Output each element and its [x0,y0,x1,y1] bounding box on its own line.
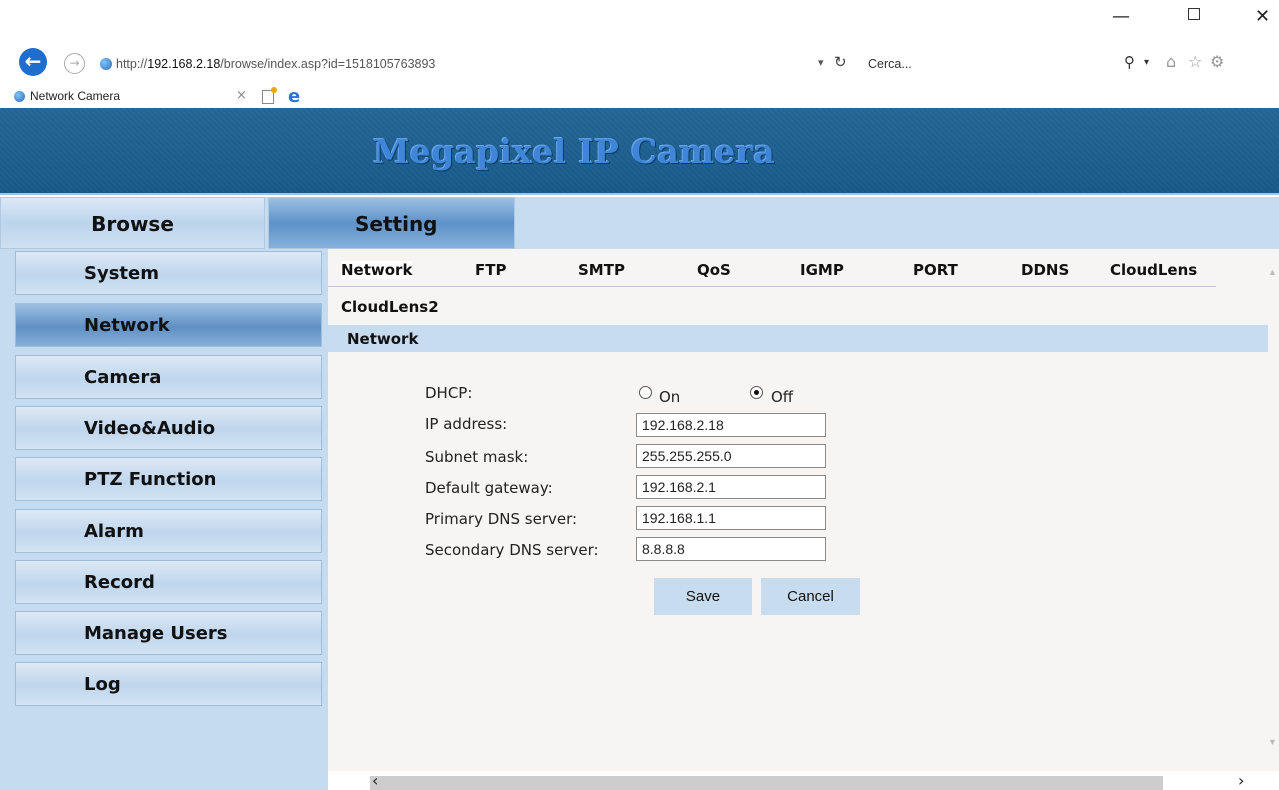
ip-address-label: IP address: [425,415,508,433]
horizontal-scrollbar[interactable]: ‹ › [328,771,1279,790]
dhcp-on-label: On [659,388,681,406]
tab-favicon-icon [14,91,25,102]
tab-cloudlens2[interactable]: CloudLens2 [341,298,439,316]
dhcp-label: DHCP: [425,384,473,402]
primary-dns-label: Primary DNS server: [425,510,578,528]
secondary-dns-label: Secondary DNS server: [425,541,599,559]
section-title: Network [347,330,419,348]
scroll-down-icon[interactable]: ▼ [1268,737,1277,747]
main-content: Network FTP SMTP QoS IGMP PORT DDNS Clou… [328,249,1279,790]
url-path: /browse/index.asp?id=1518105763893 [220,57,436,71]
dhcp-off-radio[interactable] [750,386,763,399]
tab-port[interactable]: PORT [913,261,958,279]
tab-igmp[interactable]: IGMP [800,261,844,279]
sidebar-item-network[interactable]: Network [15,303,322,347]
maximize-icon[interactable] [1188,8,1200,20]
subnet-mask-input[interactable]: 255.255.255.0 [636,444,826,468]
sidebar-item-camera[interactable]: Camera [15,355,322,399]
tab-ddns[interactable]: DDNS [1021,261,1069,279]
tab-ftp[interactable]: FTP [475,261,506,279]
browser-chrome: — ✕ ← → http://192.168.2.18/browse/index… [0,0,1279,108]
sidebar: System Network Camera Video&Audio PTZ Fu… [0,249,328,790]
page-favicon-icon [100,58,112,70]
section-header: Network [328,325,1272,352]
address-dropdown-icon[interactable]: ▾ [818,56,824,69]
url-prefix: http:// [116,57,148,71]
search-input[interactable]: Cerca... [862,52,1112,76]
scroll-left-icon[interactable]: ‹ [372,771,378,790]
secondary-dns-input[interactable]: 8.8.8.8 [636,537,826,561]
minimize-icon[interactable]: — [1112,6,1130,27]
sub-tabs: Network FTP SMTP QoS IGMP PORT DDNS Clou… [328,249,1228,289]
refresh-icon[interactable]: ↻ [834,53,847,71]
sidebar-item-system[interactable]: System [15,251,322,295]
url-host: 192.168.2.18 [147,57,221,71]
edge-icon[interactable]: e [288,86,300,107]
dhcp-on-radio[interactable] [639,386,652,399]
tab-cloudlens[interactable]: CloudLens [1110,261,1197,279]
vertical-scrollbar[interactable]: ▲ ▼ [1268,249,1279,771]
top-nav: Browse Setting [0,197,1279,249]
app-title: Megapixel IP Camera [373,132,776,171]
app-banner: Megapixel IP Camera [0,108,1279,195]
dhcp-off-label: Off [771,388,794,406]
default-gateway-label: Default gateway: [425,479,553,497]
address-bar[interactable]: http://192.168.2.18/browse/index.asp?id=… [96,52,856,76]
forward-arrow-icon[interactable]: → [64,53,85,74]
scroll-up-icon[interactable]: ▲ [1268,267,1277,277]
browse-button[interactable]: Browse [0,197,265,249]
gear-icon[interactable]: ⚙ [1210,52,1224,71]
search-placeholder: Cerca... [868,57,912,71]
tab-title: Network Camera [30,89,121,103]
cancel-button[interactable]: Cancel [761,578,860,615]
browser-tab[interactable]: Network Camera × [0,86,258,108]
tab-qos[interactable]: QoS [697,261,731,279]
scroll-right-icon[interactable]: › [1238,771,1244,790]
star-icon[interactable]: ☆ [1188,52,1202,71]
sidebar-item-record[interactable]: Record [15,560,322,604]
close-icon[interactable]: ✕ [1255,6,1270,27]
primary-dns-input[interactable]: 192.168.1.1 [636,506,826,530]
sidebar-item-ptz-function[interactable]: PTZ Function [15,457,322,501]
tab-divider [328,286,1216,287]
tab-strip: Network Camera × e [0,86,1279,108]
tab-smtp[interactable]: SMTP [578,261,625,279]
back-arrow-icon[interactable]: ← [19,48,47,76]
tab-network[interactable]: Network [341,261,413,279]
search-icon[interactable]: ⚲ [1124,53,1135,71]
save-button[interactable]: Save [654,578,752,615]
new-tab-icon[interactable] [262,87,277,104]
search-dropdown-icon[interactable]: ▾ [1144,57,1149,68]
ip-address-input[interactable]: 192.168.2.18 [636,413,826,437]
sidebar-item-video-audio[interactable]: Video&Audio [15,406,322,450]
sidebar-item-alarm[interactable]: Alarm [15,509,322,553]
subnet-mask-label: Subnet mask: [425,448,529,466]
sidebar-item-manage-users[interactable]: Manage Users [15,611,322,655]
sidebar-item-log[interactable]: Log [15,662,322,706]
scrollbar-thumb[interactable] [370,776,1163,790]
address-url[interactable]: http://192.168.2.18/browse/index.asp?id=… [116,57,435,71]
setting-button[interactable]: Setting [268,197,515,249]
default-gateway-input[interactable]: 192.168.2.1 [636,475,826,499]
home-icon[interactable]: ⌂ [1166,52,1176,71]
tab-close-icon[interactable]: × [236,88,247,103]
